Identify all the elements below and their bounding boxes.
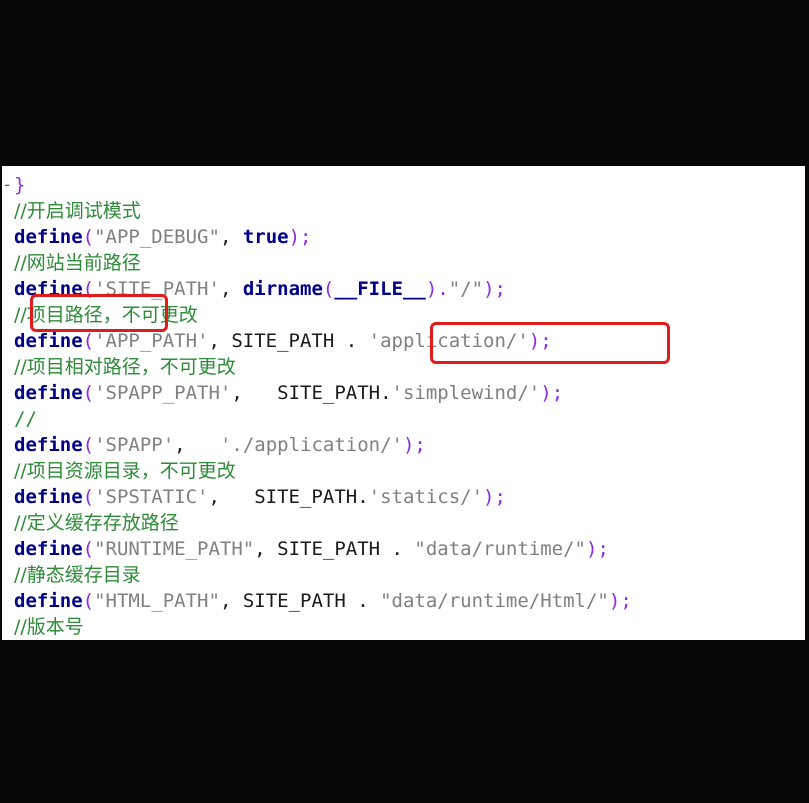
- code-token: ,: [219, 278, 243, 300]
- code-line[interactable]: define('SPSTATIC', SITE_PATH.'statics/')…: [14, 484, 506, 510]
- code-token: ).: [425, 278, 449, 300]
- code-token: 'application/': [368, 330, 529, 352]
- code-token: "data/runtime/Html/": [380, 590, 609, 612]
- code-token: );: [540, 382, 564, 404]
- code-token: );: [608, 590, 632, 612]
- code-token: , SITE_PATH.: [231, 382, 392, 404]
- code-token: true: [242, 226, 289, 248]
- code-line[interactable]: //项目路径，不可更改: [14, 302, 198, 328]
- code-token: "/": [448, 278, 484, 300]
- code-token: './application/': [219, 434, 403, 456]
- code-token: 'SPAPP_PATH': [94, 382, 232, 404]
- code-token: //版本号: [14, 616, 84, 638]
- code-token: , SITE_PATH .: [254, 538, 415, 560]
- code-token: 'APP_PATH': [94, 330, 209, 352]
- fold-marker[interactable]: -: [2, 172, 12, 198]
- code-token: define: [14, 226, 83, 248]
- code-token: 'statics/': [368, 486, 484, 508]
- code-token: 'SITE_PATH': [94, 278, 220, 300]
- code-line[interactable]: define('SPAPP', './application/');: [14, 432, 426, 458]
- code-token: //项目相对路径，不可更改: [14, 356, 236, 378]
- code-line[interactable]: //版本号: [14, 614, 84, 640]
- code-token: //项目路径，不可更改: [14, 304, 198, 326]
- code-line[interactable]: //项目相对路径，不可更改: [14, 354, 236, 380]
- code-line[interactable]: //静态缓存目录: [14, 562, 141, 588]
- code-token: //开启调试模式: [14, 200, 141, 222]
- code-token: (: [82, 382, 95, 404]
- code-line[interactable]: define('SITE_PATH', dirname(__FILE__)."/…: [14, 276, 506, 302]
- code-token: );: [402, 434, 426, 456]
- code-line[interactable]: define("APP_DEBUG", true);: [14, 224, 311, 250]
- code-token: "APP_DEBUG": [94, 226, 220, 248]
- code-line[interactable]: }: [14, 172, 25, 198]
- code-token: );: [483, 486, 506, 508]
- code-token: define: [14, 330, 83, 352]
- code-editor[interactable]: - }//开启调试模式 define("APP_DEBUG", true);//网…: [2, 166, 805, 640]
- code-token: (: [82, 278, 95, 300]
- code-token: __FILE__: [334, 278, 426, 300]
- code-token: define: [14, 538, 83, 560]
- code-token: );: [483, 278, 506, 300]
- code-line[interactable]: define('SPAPP_PATH', SITE_PATH.'simplewi…: [14, 380, 563, 406]
- code-line[interactable]: //网站当前路径: [14, 250, 141, 276]
- code-line[interactable]: define("HTML_PATH", SITE_PATH . "data/ru…: [14, 588, 632, 614]
- code-token: define: [14, 590, 83, 612]
- code-token: ,: [219, 226, 243, 248]
- code-line[interactable]: //定义缓存存放路径: [14, 510, 179, 536]
- code-token: define: [14, 434, 83, 456]
- code-token: );: [288, 226, 312, 248]
- code-token: 'SPAPP': [94, 434, 175, 456]
- code-token: );: [586, 538, 609, 560]
- code-token: //项目资源目录，不可更改: [14, 460, 236, 482]
- code-token: (: [322, 278, 335, 300]
- code-token: , SITE_PATH.: [208, 486, 369, 508]
- code-token: dirname: [242, 278, 323, 300]
- code-token: ,: [174, 434, 220, 456]
- code-line[interactable]: //项目资源目录，不可更改: [14, 458, 236, 484]
- code-token: //定义缓存存放路径: [14, 512, 179, 534]
- code-token: , SITE_PATH .: [219, 590, 381, 612]
- code-token: (: [82, 434, 95, 456]
- code-token: define: [14, 486, 83, 508]
- code-token: "data/runtime/": [414, 538, 586, 560]
- code-token: //网站当前路径: [14, 252, 141, 274]
- code-token: (: [82, 538, 95, 560]
- code-token: 'SPSTATIC': [94, 486, 209, 508]
- code-token: }: [14, 174, 26, 196]
- code-line[interactable]: //: [14, 406, 37, 432]
- code-token: (: [82, 330, 95, 352]
- code-token: //静态缓存目录: [14, 564, 141, 586]
- code-token: (: [82, 590, 95, 612]
- code-token: 'simplewind/': [391, 382, 541, 404]
- code-line[interactable]: //开启调试模式: [14, 198, 141, 224]
- code-line[interactable]: define('APP_PATH', SITE_PATH . 'applicat…: [14, 328, 552, 354]
- code-token: "HTML_PATH": [94, 590, 220, 612]
- code-token: );: [528, 330, 552, 352]
- code-line[interactable]: define("RUNTIME_PATH", SITE_PATH . "data…: [14, 536, 609, 562]
- code-token: (: [82, 486, 95, 508]
- code-token: define: [14, 278, 83, 300]
- code-token: define: [14, 382, 83, 404]
- code-token: "RUNTIME_PATH": [94, 538, 255, 560]
- code-token: (: [82, 226, 95, 248]
- code-token: //: [14, 408, 37, 430]
- code-token: , SITE_PATH .: [208, 330, 369, 352]
